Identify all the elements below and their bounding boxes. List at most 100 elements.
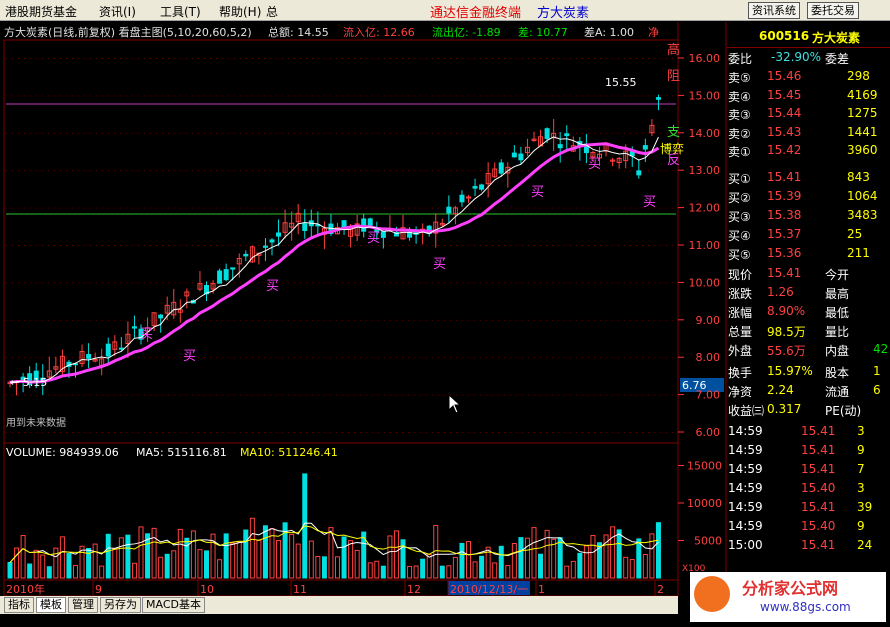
tab-indicator[interactable]: 指标 — [4, 597, 34, 613]
tab-manage[interactable]: 管理 — [68, 597, 98, 613]
grid-dot — [414, 319, 415, 321]
grid-dot — [288, 132, 289, 134]
grid-dot — [54, 432, 55, 433]
grid-dot — [642, 58, 643, 59]
volume-bar — [636, 538, 642, 579]
grid-dot — [126, 245, 127, 246]
grid-dot — [150, 432, 151, 433]
grid-dot — [96, 282, 97, 284]
grid-dot — [312, 245, 313, 246]
grid-dot — [306, 282, 307, 284]
buy-volume: 1064 — [847, 189, 878, 203]
grid-dot — [408, 319, 409, 321]
grid-dot — [336, 432, 337, 433]
date-label: 2 — [657, 583, 664, 596]
grid-dot — [366, 394, 367, 396]
grid-dot — [564, 394, 565, 396]
tick-time: 14:59 — [728, 424, 763, 438]
grid-dot — [312, 170, 313, 172]
grid-dot — [138, 432, 139, 433]
grid-dot — [72, 432, 73, 433]
grid-dot — [204, 319, 205, 321]
grid-dot — [72, 170, 73, 172]
tab-macd[interactable]: MACD基本 — [142, 597, 205, 613]
grid-dot — [336, 394, 337, 396]
grid-dot — [672, 207, 673, 209]
grid-dot — [486, 282, 487, 284]
grid-dot — [336, 282, 337, 284]
grid-dot — [18, 58, 19, 59]
grid-dot — [198, 58, 199, 59]
stat-label: 涨幅 — [728, 306, 753, 320]
grid-dot — [492, 394, 493, 396]
grid-dot — [78, 132, 79, 134]
grid-dot — [342, 207, 343, 209]
grid-dot — [246, 207, 247, 209]
grid-dot — [360, 95, 361, 97]
grid-dot — [252, 58, 253, 59]
grid-dot — [42, 170, 43, 172]
low-annotation: ← 5.15 — [10, 376, 47, 389]
grid-dot — [72, 132, 73, 134]
grid-dot — [468, 357, 469, 359]
tick-time: 15:00 — [728, 538, 763, 552]
grid-dot — [624, 245, 625, 246]
grid-dot — [84, 282, 85, 284]
grid-dot — [606, 58, 607, 59]
grid-dot — [372, 207, 373, 209]
grid-dot — [246, 319, 247, 321]
price-axis-label: 8.00 — [696, 351, 721, 364]
candle-body — [276, 232, 282, 237]
grid-dot — [564, 282, 565, 284]
grid-dot — [354, 170, 355, 172]
grid-dot — [492, 95, 493, 97]
sell-price: 15.42 — [767, 143, 802, 157]
grid-dot — [402, 170, 403, 172]
grid-dot — [12, 58, 13, 59]
date-label: 9 — [95, 583, 102, 596]
grid-dot — [120, 245, 121, 246]
grid-dot — [594, 319, 595, 321]
grid-dot — [78, 282, 79, 284]
quote-header: 600516 方大炭素 — [727, 26, 890, 48]
grid-dot — [318, 245, 319, 246]
grid-dot — [516, 132, 517, 134]
grid-dot — [126, 207, 127, 209]
grid-dot — [36, 132, 37, 134]
grid-dot — [636, 245, 637, 246]
grid-dot — [6, 432, 7, 433]
grid-dot — [36, 58, 37, 59]
grid-dot — [78, 432, 79, 433]
grid-dot — [138, 282, 139, 284]
grid-dot — [648, 245, 649, 246]
grid-dot — [576, 132, 577, 134]
grid-dot — [402, 132, 403, 134]
grid-dot — [192, 282, 193, 284]
grid-dot — [114, 394, 115, 396]
grid-dot — [564, 432, 565, 433]
grid-dot — [396, 357, 397, 359]
grid-dot — [162, 207, 163, 209]
grid-dot — [264, 170, 265, 172]
candle-body — [636, 170, 642, 176]
volume-bar — [138, 526, 144, 579]
grid-dot — [582, 170, 583, 172]
grid-dot — [654, 394, 655, 396]
tab-save-as[interactable]: 另存为 — [100, 597, 141, 613]
volume-bar — [538, 553, 544, 579]
grid-dot — [168, 132, 169, 134]
tab-template[interactable]: 模板 — [36, 597, 66, 613]
grid-dot — [132, 319, 133, 321]
grid-dot — [354, 432, 355, 433]
grid-dot — [246, 394, 247, 396]
grid-dot — [222, 245, 223, 246]
grid-dot — [516, 58, 517, 59]
grid-dot — [192, 432, 193, 433]
grid-dot — [348, 319, 349, 321]
grid-dot — [60, 394, 61, 396]
grid-dot — [348, 132, 349, 134]
grid-dot — [234, 394, 235, 396]
grid-dot — [48, 58, 49, 59]
future-data-note: 用到未来数据 — [6, 416, 66, 429]
volume-bar — [158, 556, 164, 579]
